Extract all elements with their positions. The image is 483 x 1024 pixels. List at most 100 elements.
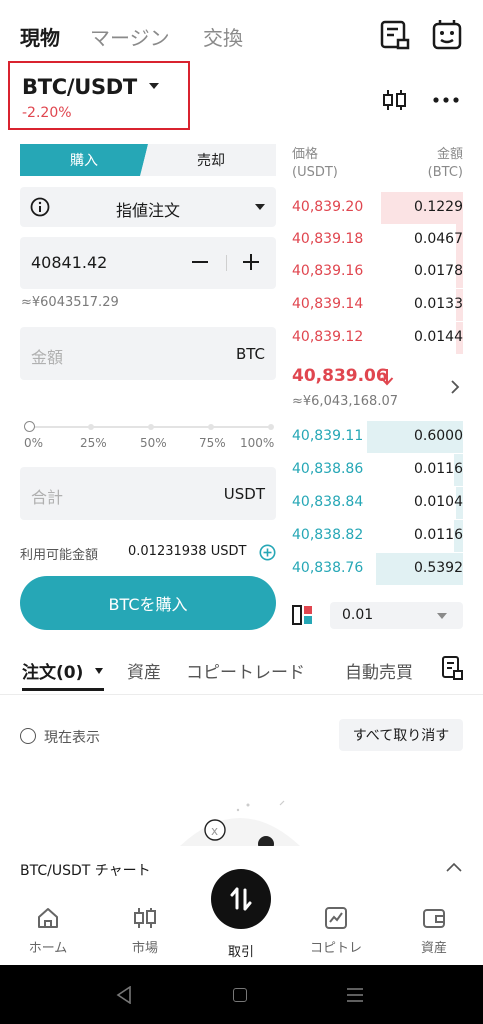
- bid-price: 40,838.82: [292, 527, 364, 543]
- bid-row[interactable]: 40,838.76 0.5392: [292, 553, 463, 585]
- caret-down-icon[interactable]: [95, 668, 103, 674]
- price-approx: ≈¥6043517.29: [21, 295, 119, 310]
- ask-amount: 0.0133: [414, 296, 463, 312]
- bid-price: 40,838.76: [292, 560, 364, 576]
- total-placeholder: 合計: [31, 488, 64, 507]
- bid-amount: 0.5392: [414, 560, 463, 576]
- bid-price: 40,838.86: [292, 461, 364, 477]
- caret-down-icon: [255, 204, 265, 210]
- bid-price: 40,838.84: [292, 494, 364, 510]
- ob-amount-header-line: (BTC): [427, 165, 463, 180]
- recents-icon[interactable]: [346, 987, 364, 1003]
- home-square-icon[interactable]: [233, 988, 247, 1002]
- ask-price: 40,839.12: [292, 329, 364, 345]
- bot-icon[interactable]: [430, 18, 464, 52]
- chevron-up-icon[interactable]: [445, 862, 463, 873]
- order-type-label: 指値注文: [115, 201, 180, 220]
- ob-price-header-line: (USDT): [292, 165, 338, 180]
- slider-dot: [208, 424, 214, 430]
- tab-spot[interactable]: 現物: [20, 22, 60, 51]
- bid-price: 40,839.11: [292, 428, 364, 444]
- ask-row[interactable]: 40,839.20 0.1229: [292, 192, 463, 224]
- buy-btc-button[interactable]: BTCを購入: [20, 576, 276, 630]
- nav-copy-trade-label: コピトレ: [309, 941, 362, 956]
- sell-tab[interactable]: 売却: [140, 144, 276, 176]
- last-price: 40,839.06: [292, 366, 388, 386]
- tab-orders[interactable]: 注文(0): [22, 658, 83, 683]
- more-icon[interactable]: [432, 96, 460, 104]
- bid-row[interactable]: 40,839.11 0.6000: [292, 421, 463, 453]
- swap-icon: [230, 887, 252, 911]
- available-label: 利用可能金額: [20, 548, 99, 563]
- current-display-label: 現在表示: [44, 730, 100, 746]
- bid-row[interactable]: 40,838.84 0.0104: [292, 487, 463, 519]
- nav-copy-trade[interactable]: コピトレ: [301, 905, 371, 956]
- tab-auto-trade[interactable]: 自動売買: [345, 658, 425, 683]
- ask-amount: 0.0178: [414, 263, 463, 279]
- precision-select[interactable]: 0.01: [330, 602, 463, 629]
- divider: [0, 694, 483, 695]
- buy-tab[interactable]: 購入: [20, 144, 148, 176]
- nav-market-label: 市場: [131, 941, 158, 956]
- slider-tick-label: 0%: [24, 436, 44, 450]
- tab-assets[interactable]: 資産: [127, 658, 161, 683]
- back-icon[interactable]: [116, 986, 132, 1004]
- price-input[interactable]: 40841.42: [20, 237, 276, 289]
- bid-amount: 0.0104: [414, 494, 463, 510]
- tab-convert[interactable]: 交換: [203, 22, 243, 51]
- ask-price: 40,839.20: [292, 199, 364, 215]
- slider-tick-label: 25%: [80, 436, 107, 450]
- depth-view-icon[interactable]: [292, 605, 314, 625]
- slider-handle[interactable]: [24, 421, 35, 432]
- add-funds-icon[interactable]: [259, 544, 276, 561]
- pair-selector[interactable]: BTC/USDT -2.20%: [8, 61, 190, 130]
- amount-placeholder: 金額: [31, 348, 64, 367]
- slider-dot: [88, 424, 94, 430]
- ob-amount-header-line: 金額: [436, 147, 463, 162]
- total-input[interactable]: 合計 USDT: [20, 467, 276, 520]
- amount-input[interactable]: 金額 BTC: [20, 327, 276, 380]
- active-tab-indicator: [22, 688, 104, 691]
- chevron-right-icon[interactable]: [450, 379, 460, 395]
- chart-bar-label: BTC/USDT チャート: [20, 863, 151, 879]
- nav-assets-label: 資産: [420, 941, 447, 956]
- nav-home[interactable]: ホーム: [13, 905, 83, 956]
- order-history-icon[interactable]: [441, 655, 463, 681]
- ask-row[interactable]: 40,839.16 0.0178: [292, 256, 463, 288]
- ask-price: 40,839.14: [292, 296, 364, 312]
- nav-market[interactable]: 市場: [110, 905, 180, 956]
- bid-amount: 0.6000: [414, 428, 463, 444]
- wallet-icon: [423, 909, 445, 928]
- current-display-radio[interactable]: [20, 728, 36, 744]
- ob-price-header: 価格 (USDT): [292, 146, 338, 182]
- slider-tick-label: 100%: [240, 436, 275, 450]
- ask-row[interactable]: 40,839.18 0.0467: [292, 224, 463, 256]
- minus-icon[interactable]: [192, 261, 208, 263]
- ask-amount: 0.0144: [414, 329, 463, 345]
- tab-copy-trade[interactable]: コピートレード: [186, 658, 305, 683]
- nav-assets[interactable]: 資産: [399, 905, 469, 956]
- ask-row[interactable]: 40,839.14 0.0133: [292, 289, 463, 321]
- order-type-select[interactable]: 指値注文: [20, 187, 276, 227]
- slider-tick-label: 50%: [140, 436, 167, 450]
- candlestick-icon[interactable]: [382, 88, 408, 112]
- ask-amount: 0.1229: [414, 199, 463, 215]
- slider-dot: [148, 424, 154, 430]
- ask-row[interactable]: 40,839.12 0.0144: [292, 322, 463, 354]
- home-icon: [38, 908, 58, 928]
- tab-margin[interactable]: マージン: [90, 22, 170, 51]
- order-history-icon[interactable]: [378, 18, 412, 52]
- bid-amount: 0.0116: [414, 527, 463, 543]
- slider-dot: [268, 424, 274, 430]
- bid-row[interactable]: 40,838.86 0.0116: [292, 454, 463, 486]
- nav-trade-button[interactable]: [211, 869, 271, 929]
- price-value[interactable]: 40841.42: [31, 253, 107, 272]
- plus-icon[interactable]: [242, 253, 260, 271]
- nav-trade-label[interactable]: 取引: [206, 941, 276, 960]
- bid-amount: 0.0116: [414, 461, 463, 477]
- cancel-all-button[interactable]: すべて取り消す: [339, 719, 463, 751]
- caret-down-icon: [437, 613, 447, 619]
- svg-text:x: x: [211, 824, 218, 838]
- available-value: 0.01231938 USDT: [128, 544, 247, 559]
- bid-row[interactable]: 40,838.82 0.0116: [292, 520, 463, 552]
